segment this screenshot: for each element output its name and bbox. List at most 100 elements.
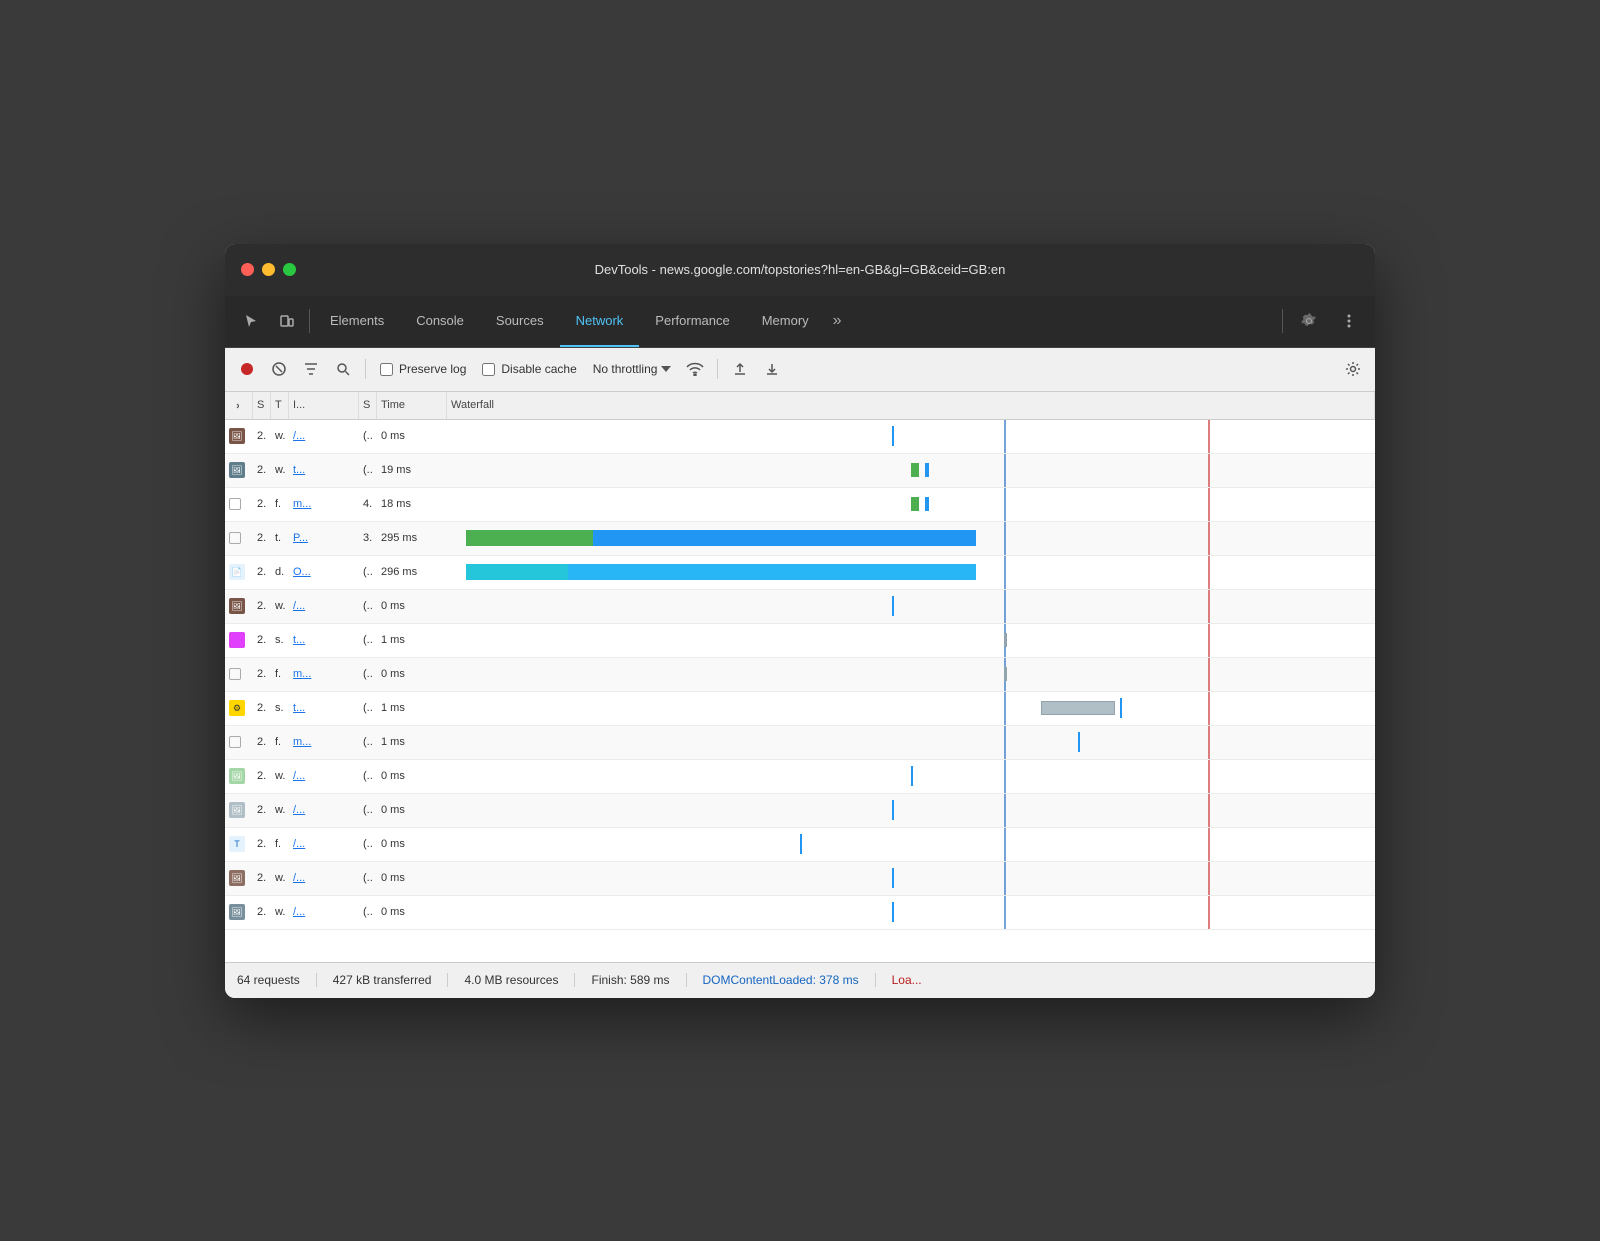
dom-content-loaded-line xyxy=(1004,692,1006,725)
upload-icon[interactable] xyxy=(726,355,754,383)
row-name: /... xyxy=(289,896,359,929)
row-time: 0 ms xyxy=(377,862,447,895)
row-icon-cell: 🖼 xyxy=(225,454,253,487)
row-icon-cell xyxy=(225,522,253,555)
requests-count: 64 requests xyxy=(237,973,317,987)
table-row[interactable]: 2.f.m...(..0 ms xyxy=(225,658,1375,692)
row-time: 18 ms xyxy=(377,488,447,521)
waterfall-bar xyxy=(1004,667,1007,680)
more-tabs-btn[interactable]: » xyxy=(825,295,850,347)
row-waterfall xyxy=(447,862,1375,895)
waterfall-tick xyxy=(1078,732,1080,752)
table-row[interactable]: 2.t.P...3.295 ms xyxy=(225,522,1375,556)
tab-performance[interactable]: Performance xyxy=(639,295,745,347)
table-row[interactable]: 🖼2.w./...(..0 ms xyxy=(225,590,1375,624)
window-title: DevTools - news.google.com/topstories?hl… xyxy=(595,262,1006,277)
row-time: 1 ms xyxy=(377,726,447,759)
table-row[interactable]: ⚙2.s.t...(..1 ms xyxy=(225,692,1375,726)
row-time: 0 ms xyxy=(377,760,447,793)
table-row[interactable]: 🖼2.w./...(..0 ms xyxy=(225,760,1375,794)
row-type: f. xyxy=(271,658,289,691)
table-body: 🖼2.w./...(..0 ms🖼2.w.t...(..19 ms2.f.m..… xyxy=(225,420,1375,930)
record-btn[interactable] xyxy=(233,355,261,383)
disable-cache-label[interactable]: Disable cache xyxy=(476,355,582,383)
row-type: w. xyxy=(271,896,289,929)
table-row[interactable]: 2.f.m...(..1 ms xyxy=(225,726,1375,760)
row-name: /... xyxy=(289,862,359,895)
preserve-log-label[interactable]: Preserve log xyxy=(374,355,472,383)
network-table-container[interactable]: S T I... S Time Waterfall 🖼2.w./...(..0 … xyxy=(225,392,1375,962)
more-options-icon[interactable] xyxy=(1331,303,1367,339)
row-name: O... xyxy=(289,556,359,589)
row-name: m... xyxy=(289,488,359,521)
settings-icon[interactable] xyxy=(1291,303,1327,339)
devtools-window: DevTools - news.google.com/topstories?hl… xyxy=(225,244,1375,998)
row-type: w. xyxy=(271,862,289,895)
throttle-select[interactable]: No throttling xyxy=(587,355,678,383)
row-status: 2. xyxy=(253,454,271,487)
download-icon[interactable] xyxy=(758,355,786,383)
minimize-button[interactable] xyxy=(262,263,275,276)
preserve-log-checkbox[interactable] xyxy=(380,363,393,376)
waterfall-bar-blue xyxy=(925,463,929,476)
row-type: s. xyxy=(271,624,289,657)
table-row[interactable]: 🖼2.w.t...(..19 ms xyxy=(225,454,1375,488)
search-icon[interactable] xyxy=(329,355,357,383)
row-size: (.. xyxy=(359,692,377,725)
row-type: d. xyxy=(271,556,289,589)
load-event-line xyxy=(1208,692,1210,725)
load-event-line xyxy=(1208,590,1210,623)
toolbar-divider-2 xyxy=(717,359,718,379)
row-name: /... xyxy=(289,794,359,827)
load-event-line xyxy=(1208,794,1210,827)
tab-sources[interactable]: Sources xyxy=(480,295,560,347)
col-header-icon xyxy=(225,392,253,419)
row-size: (.. xyxy=(359,590,377,623)
device-toggle-btn[interactable] xyxy=(269,303,305,339)
table-row[interactable]: 🖼2.w./...(..0 ms xyxy=(225,794,1375,828)
table-row[interactable]: 2.f.m...4.18 ms xyxy=(225,488,1375,522)
maximize-button[interactable] xyxy=(283,263,296,276)
network-settings-icon[interactable] xyxy=(1339,355,1367,383)
table-row[interactable]: 🖼2.w./...(..0 ms xyxy=(225,862,1375,896)
row-status: 2. xyxy=(253,488,271,521)
table-row[interactable]: 📄2.d.O...(..296 ms xyxy=(225,556,1375,590)
waterfall-tick xyxy=(800,834,802,854)
wifi-icon[interactable] xyxy=(681,355,709,383)
cursor-icon-btn[interactable] xyxy=(233,303,269,339)
close-button[interactable] xyxy=(241,263,254,276)
filter-icon[interactable] xyxy=(297,355,325,383)
load-event: Loa... xyxy=(892,973,938,987)
row-type: w. xyxy=(271,760,289,793)
row-size: (.. xyxy=(359,454,377,487)
row-waterfall xyxy=(447,828,1375,861)
row-size: (.. xyxy=(359,658,377,691)
waterfall-bar-wait xyxy=(466,564,568,581)
row-name: /... xyxy=(289,760,359,793)
clear-btn[interactable] xyxy=(265,355,293,383)
tab-console[interactable]: Console xyxy=(400,295,480,347)
tab-memory[interactable]: Memory xyxy=(746,295,825,347)
tab-network[interactable]: Network xyxy=(560,295,640,347)
row-status: 2. xyxy=(253,522,271,555)
file-type-icon: T xyxy=(229,836,245,852)
table-row[interactable]: T2.f./...(..0 ms xyxy=(225,828,1375,862)
table-row[interactable]: ✦2.s.t...(..1 ms xyxy=(225,624,1375,658)
row-icon-cell xyxy=(225,658,253,691)
col-header-type: T xyxy=(271,392,289,419)
table-row[interactable]: 🖼2.w./...(..0 ms xyxy=(225,420,1375,454)
row-type: s. xyxy=(271,692,289,725)
tabs-bar: Elements Console Sources Network Perform… xyxy=(225,296,1375,348)
table-row[interactable]: 🖼2.w./...(..0 ms xyxy=(225,896,1375,930)
disable-cache-checkbox[interactable] xyxy=(482,363,495,376)
load-event-line xyxy=(1208,726,1210,759)
row-icon-cell xyxy=(225,726,253,759)
dom-content-loaded-line xyxy=(1004,556,1006,589)
transferred-size: 427 kB transferred xyxy=(333,973,449,987)
tab-elements[interactable]: Elements xyxy=(314,295,400,347)
row-status: 2. xyxy=(253,624,271,657)
row-size: (.. xyxy=(359,896,377,929)
file-type-icon: 🖼 xyxy=(229,462,245,478)
row-waterfall xyxy=(447,658,1375,691)
row-checkbox xyxy=(229,498,241,510)
